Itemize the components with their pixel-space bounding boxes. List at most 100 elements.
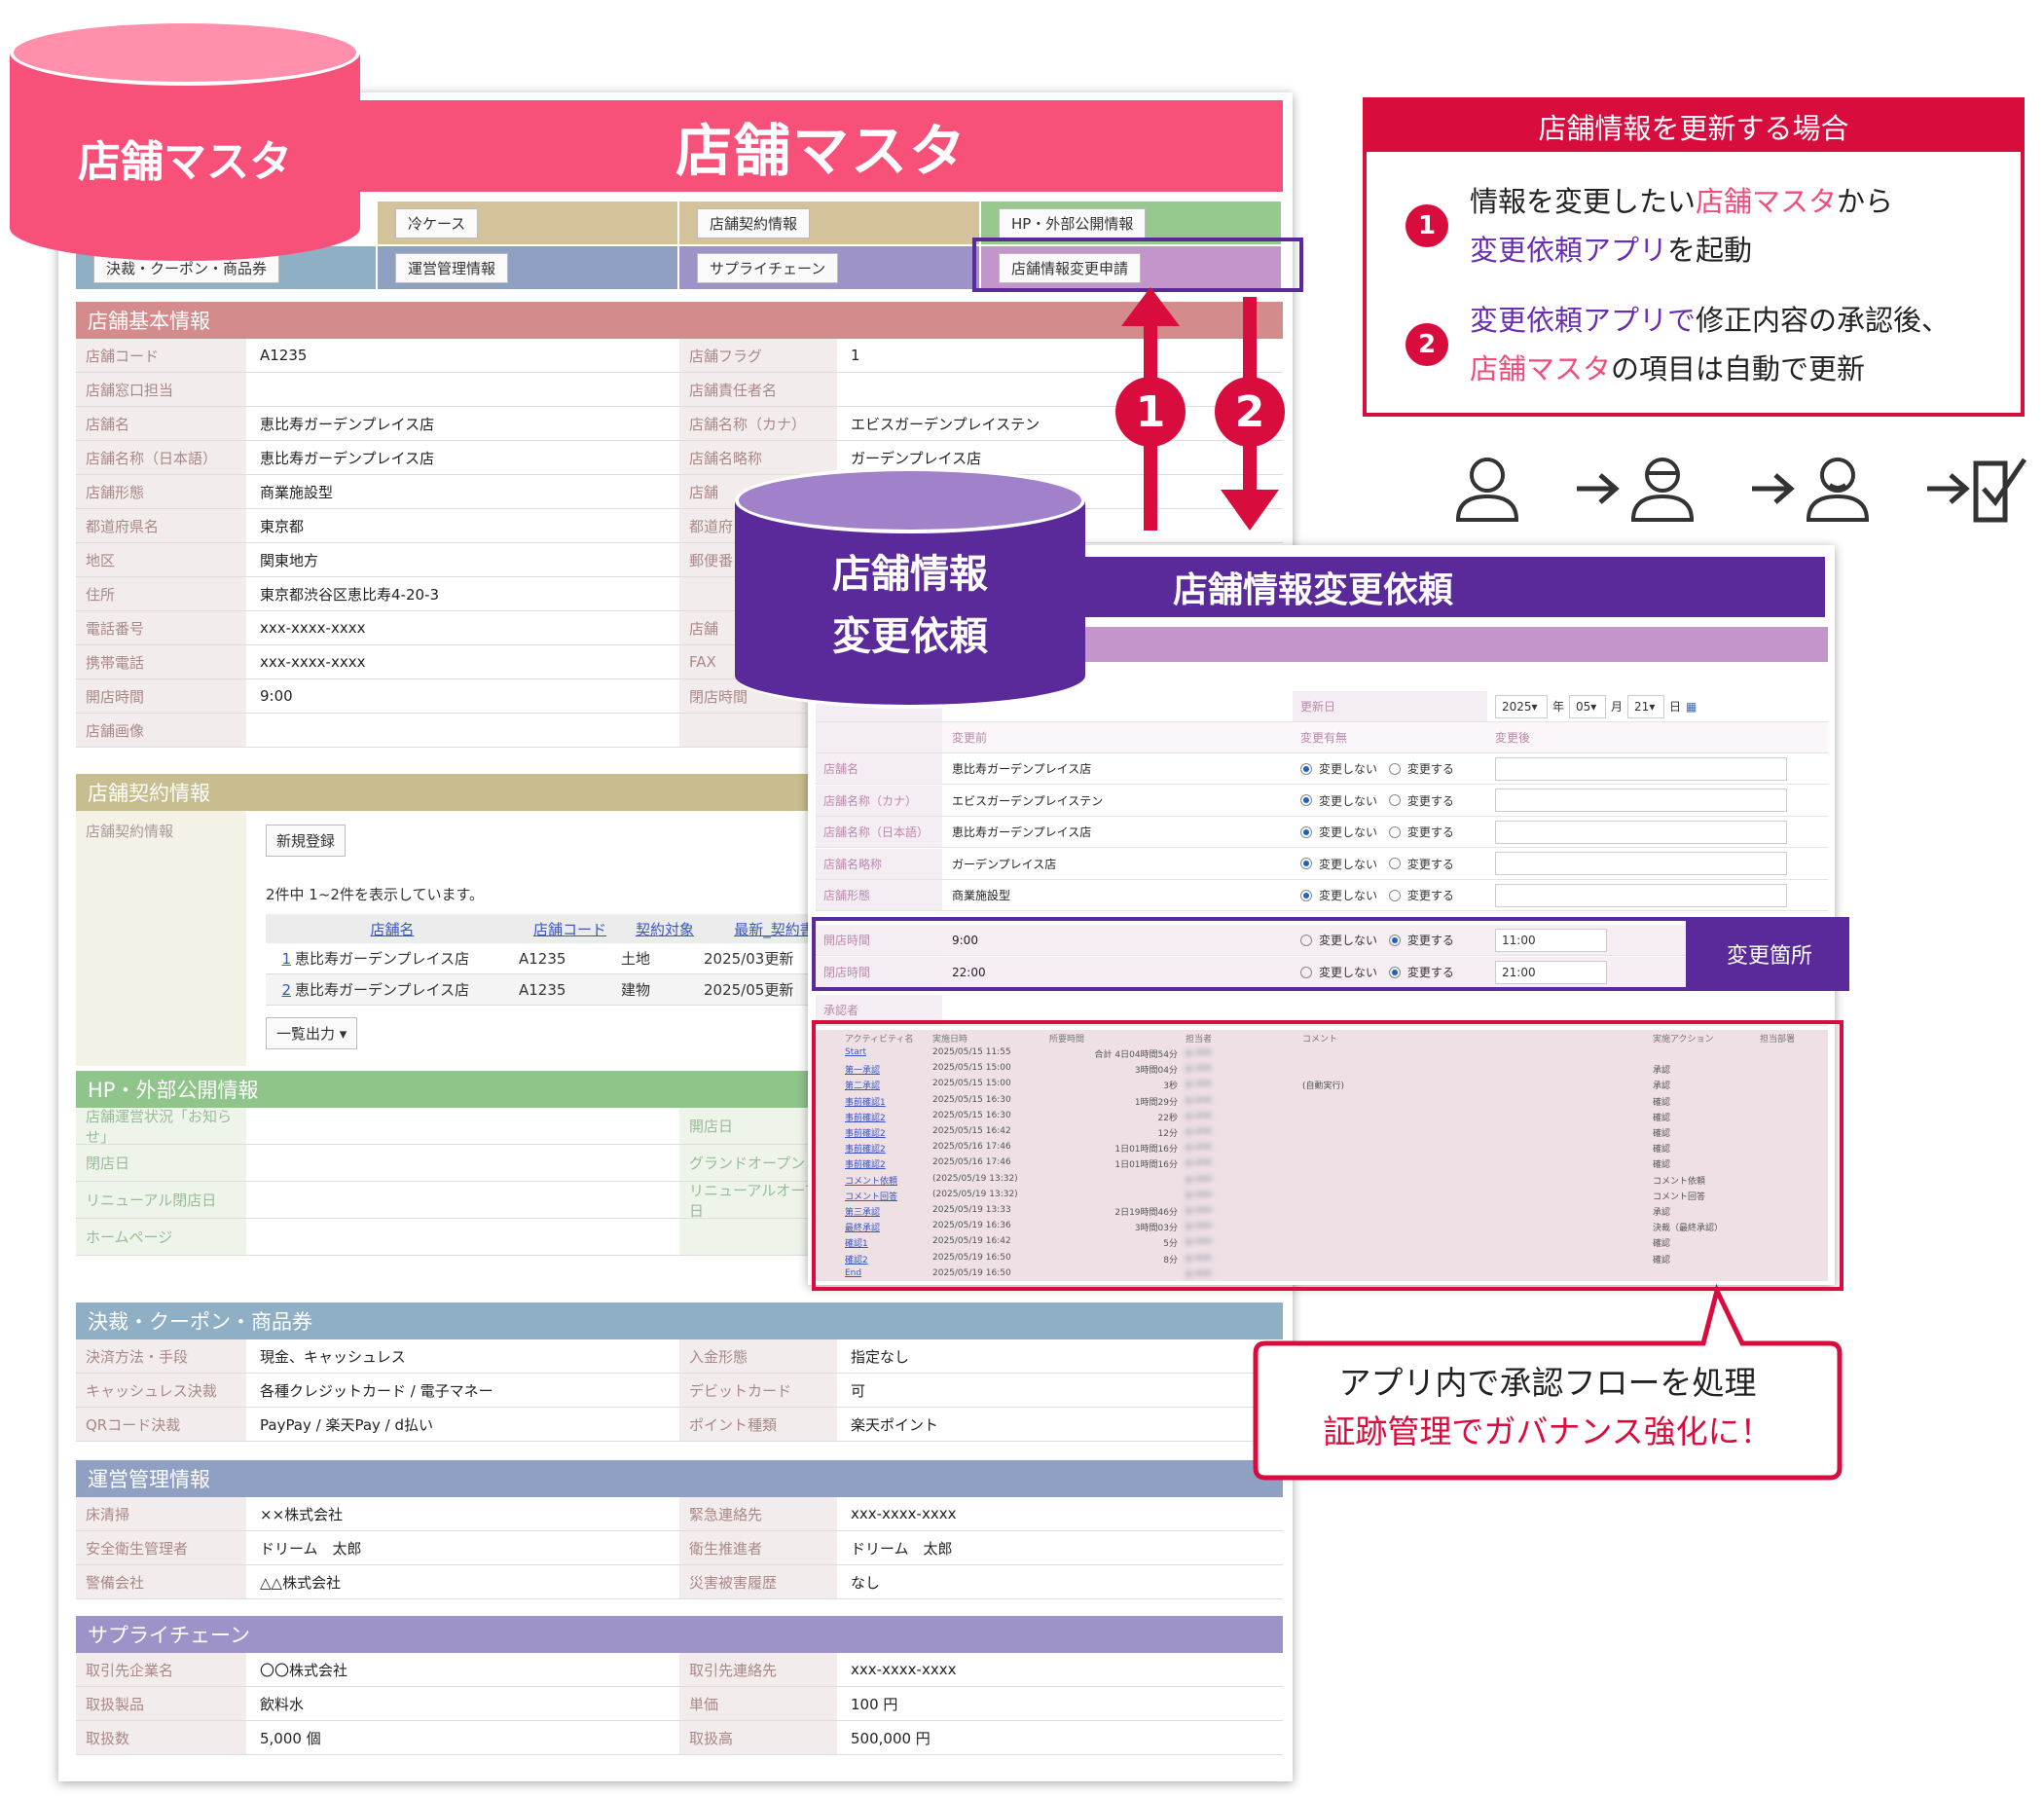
radio-no-change[interactable] — [1300, 858, 1312, 870]
radio-no-change[interactable] — [1300, 889, 1312, 901]
contract-target: 土地 — [621, 950, 651, 968]
field-label: 閉店日 — [76, 1145, 246, 1181]
field-label: 災害被害履歴 — [679, 1565, 837, 1598]
info-step-2: 2 変更依頼アプリで修正内容の承認後、 店舗マスタの項目は自動で更新 — [1405, 296, 1950, 393]
col-store-name[interactable]: 店舗名 — [266, 919, 519, 939]
field-label: 取引先企業名 — [76, 1653, 246, 1686]
field-label: 店舗形態 — [76, 475, 246, 508]
arrow-one-label: 1 — [1136, 387, 1166, 437]
info-row: 決済方法・手段 現金、キャッシュレス 入金形態 指定なし — [76, 1339, 1283, 1374]
field-label: 店舗運営状況「お知らせ」 — [76, 1108, 246, 1146]
contract-row[interactable]: 2 恵比寿ガーデンプレイス店 A1235 建物 2025/05更新 — [266, 974, 840, 1006]
contract-row[interactable]: 1 恵比寿ガーデンプレイス店 A1235 土地 2025/03更新 — [266, 943, 840, 974]
request-row: 店舗形態 商業施設型 変更しない 変更する — [816, 880, 1828, 912]
field-value: 飲料水 — [260, 1695, 305, 1713]
supply-header: サプライチェーン — [76, 1616, 1283, 1653]
tab-ops[interactable]: 運営管理情報 — [395, 252, 509, 283]
request-field-label: 店舗形態 — [816, 880, 942, 911]
arrow-right-icon-2 — [1752, 473, 1795, 504]
export-list-button[interactable]: 一覧出力 ▾ — [266, 1017, 358, 1049]
contract-store-name: 恵比寿ガーデンプレイス店 — [295, 950, 470, 968]
person-icon-2 — [1630, 458, 1695, 522]
field-value — [246, 1108, 679, 1144]
field-value: 可 — [851, 1381, 866, 1400]
info-header: 店舗情報を更新する場合 — [1367, 101, 2021, 152]
request-after-input[interactable] — [1495, 883, 1787, 907]
info-row: 床清掃 ××株式会社 緊急連絡先 xxx-xxxx-xxxx — [76, 1497, 1283, 1531]
field-label: 電話番号 — [76, 611, 246, 644]
request-before-value: 恵比寿ガーデンプレイス店 — [952, 825, 1092, 840]
field-label: 地区 — [76, 543, 246, 576]
tab-cold-case[interactable]: 冷ケース — [395, 207, 479, 238]
calendar-icon[interactable]: ▦ — [1686, 700, 1697, 714]
request-before-value: ガーデンプレイス店 — [952, 857, 1057, 871]
field-value: 楽天ポイント — [851, 1415, 939, 1434]
radio-change[interactable] — [1388, 762, 1401, 775]
request-after-input[interactable] — [1495, 756, 1787, 781]
col-after: 変更後 — [1495, 731, 1531, 745]
field-value: 恵比寿ガーデンプレイス店 — [260, 449, 435, 467]
contract-store-code: A1235 — [519, 949, 566, 968]
arrow-two-label: 2 — [1235, 387, 1265, 437]
supply-section: サプライチェーン 取引先企業名 〇〇株式会社 取引先連絡先 xxx-xxxx-xxxx… — [76, 1616, 1283, 1755]
info-step-1: 1 情報を変更したい店舗マスタから 変更依頼アプリを起動 — [1405, 177, 1893, 275]
field-label: ポイント種類 — [679, 1408, 837, 1441]
request-title: 店舗情報変更依頼 — [1085, 557, 1825, 617]
col-store-code[interactable]: 店舗コード — [519, 919, 621, 939]
field-label: 店舗名 — [76, 407, 246, 440]
master-cylinder: 店舗マスタ — [10, 19, 360, 261]
request-after-input[interactable] — [1495, 820, 1787, 844]
info-row: 取引先企業名 〇〇株式会社 取引先連絡先 xxx-xxxx-xxxx — [76, 1653, 1283, 1687]
radio-no-change[interactable] — [1300, 762, 1312, 775]
ops-header: 運営管理情報 — [76, 1460, 1283, 1497]
request-cylinder-label: 店舗情報 変更依頼 — [832, 552, 988, 659]
arrow-up-head — [1121, 287, 1180, 326]
approval-flow-icons — [1455, 458, 2027, 523]
field-value: ドリーム 太郎 — [851, 1539, 953, 1558]
tab-hp[interactable]: HP・外部公開情報 — [999, 207, 1147, 238]
radio-no-change[interactable] — [1300, 825, 1312, 838]
field-label: 携帯電話 — [76, 645, 246, 678]
request-col-header: 変更前 変更有無 変更後 — [816, 722, 1828, 753]
check-box-icon — [1973, 458, 2027, 523]
callout-text: アプリ内で承認フローを処理 証跡管理でガバナンス強化に！ — [1323, 1364, 1772, 1450]
field-value: 指定なし — [851, 1347, 910, 1366]
radio-change[interactable] — [1388, 889, 1401, 901]
year-select[interactable]: 2025 ▾ — [1495, 694, 1548, 718]
field-value: PayPay / 楽天Pay / d払い — [260, 1415, 434, 1434]
row-number-link[interactable]: 2 — [266, 981, 295, 999]
info-row: QRコード決裁 PayPay / 楽天Pay / d払い ポイント種類 楽天ポイント — [76, 1408, 1283, 1442]
new-register-button[interactable]: 新規登録 — [266, 825, 347, 857]
radio-change[interactable] — [1388, 825, 1401, 838]
radio-change[interactable] — [1388, 858, 1401, 870]
field-value: xxx-xxxx-xxxx — [260, 619, 366, 637]
field-value: なし — [851, 1573, 881, 1592]
field-label: 店舗名称（カナ） — [679, 407, 837, 440]
field-label: 取引先連絡先 — [679, 1653, 837, 1686]
field-value: A1235 — [260, 347, 308, 364]
request-after-input[interactable] — [1495, 788, 1787, 813]
radio-no-change[interactable] — [1300, 794, 1312, 807]
field-value: 東京都渋谷区恵比寿4-20-3 — [260, 585, 439, 604]
person-icon-3 — [1806, 458, 1870, 522]
field-value: 商業施設型 — [260, 483, 334, 501]
field-value: 各種クレジットカード / 電子マネー — [260, 1381, 493, 1400]
field-value — [246, 1219, 679, 1255]
field-label: 店舗画像 — [76, 714, 246, 747]
field-value: 5,000 個 — [260, 1729, 321, 1747]
request-row: 店舗名称（カナ） エビスガーデンプレイステン 変更しない 変更する — [816, 785, 1828, 817]
day-select[interactable]: 21 ▾ — [1627, 694, 1665, 718]
request-before-value: エビスガーデンプレイステン — [952, 793, 1104, 808]
tab-supply[interactable]: サプライチェーン — [697, 252, 839, 283]
field-label: 開店時間 — [76, 679, 246, 713]
col-target[interactable]: 契約対象 — [621, 919, 709, 939]
request-after-input[interactable] — [1495, 852, 1787, 876]
field-label: 店舗責任者名 — [679, 373, 837, 406]
month-select[interactable]: 05 ▾ — [1569, 694, 1607, 718]
field-value: 500,000 円 — [851, 1729, 931, 1747]
row-number-link[interactable]: 1 — [266, 950, 295, 968]
radio-change[interactable] — [1388, 794, 1401, 807]
payment-section: 決裁・クーポン・商品券 決済方法・手段 現金、キャッシュレス 入金形態 指定なし キャッ… — [76, 1302, 1283, 1442]
tab-contract[interactable]: 店舗契約情報 — [697, 207, 811, 238]
info-row: キャッシュレス決裁 各種クレジットカード / 電子マネー デビットカード可 — [76, 1374, 1283, 1408]
